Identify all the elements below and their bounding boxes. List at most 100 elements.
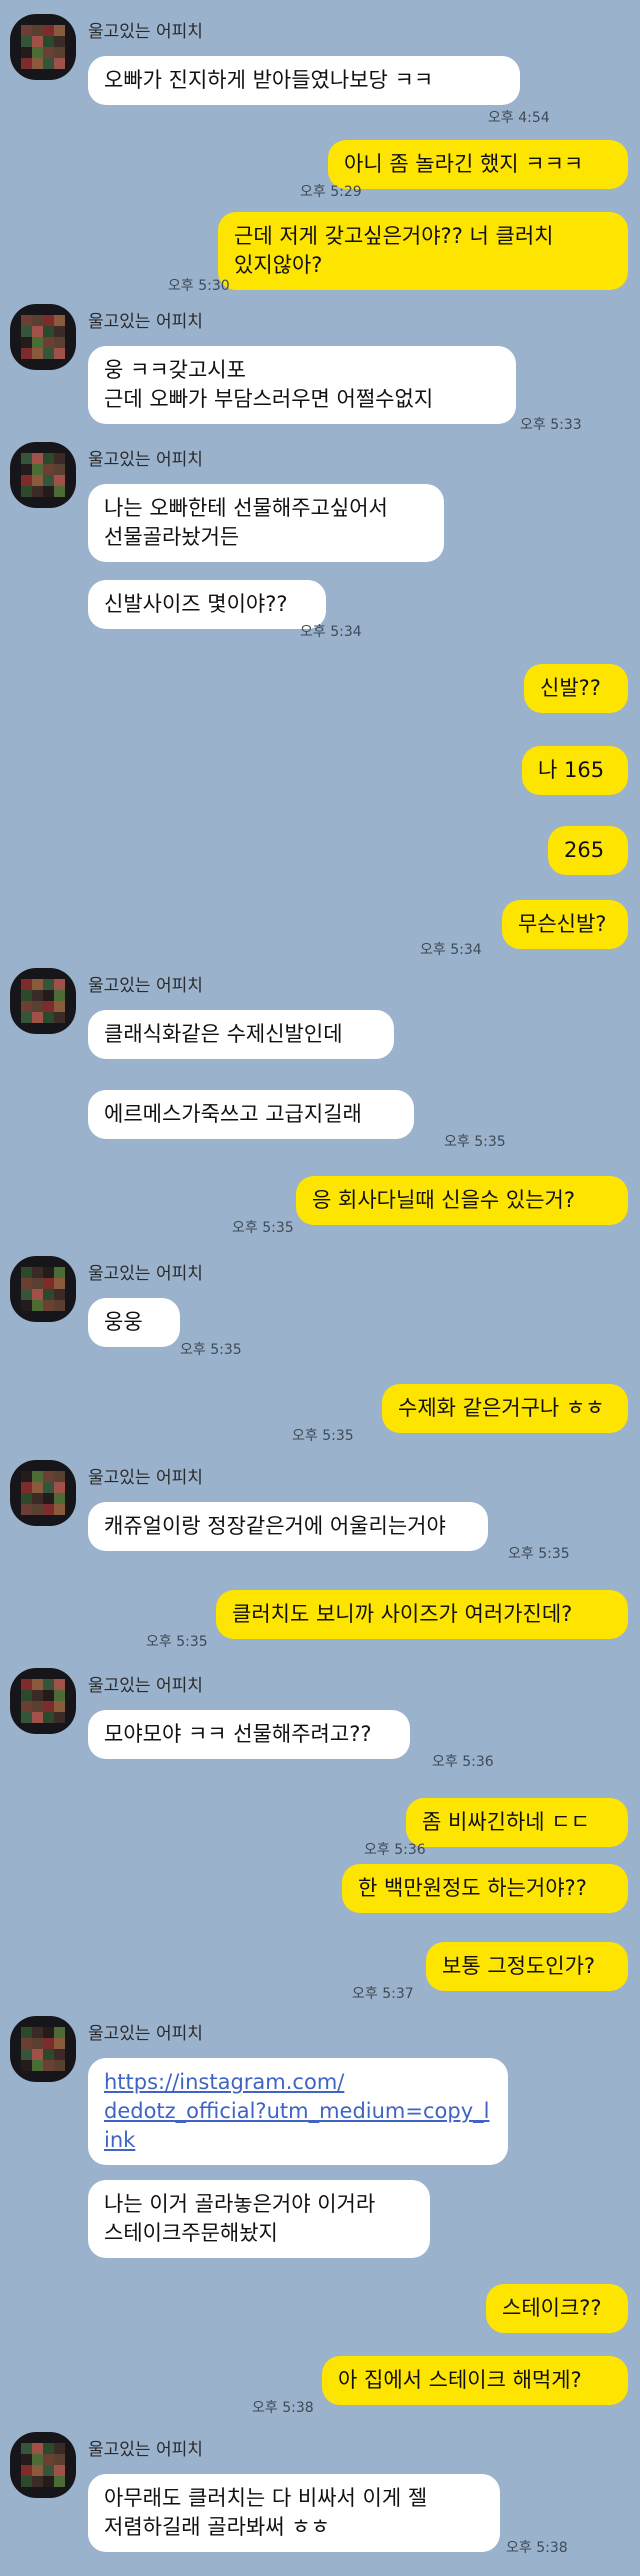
avatar-mosaic-pixel — [43, 464, 54, 475]
avatar-mosaic-pixel — [43, 326, 54, 337]
incoming-message-bubble[interactable]: 모야모야 ㅋㅋ 선물해주려고?? — [88, 1710, 410, 1759]
avatar-mosaic-pixel — [43, 475, 54, 486]
sender-name: 울고있는 어피치 — [88, 1676, 203, 1696]
avatar[interactable] — [10, 2016, 76, 2082]
avatar-mosaic-pixel — [32, 2060, 43, 2071]
message-timestamp: 오후 5:38 — [252, 2400, 314, 2416]
avatar[interactable] — [10, 2432, 76, 2498]
outgoing-message-bubble[interactable]: 좀 비싸긴하네 ㄷㄷ — [406, 1798, 628, 1847]
avatar-mosaic-pixel — [43, 1471, 54, 1482]
avatar[interactable] — [10, 1256, 76, 1322]
avatar-mosaic-pixel — [54, 315, 65, 326]
avatar-mosaic-pixel — [21, 1471, 32, 1482]
message-text: 보통 그정도인가? — [442, 1954, 596, 1978]
incoming-message-bubble[interactable]: 클래식화같은 수제신발인데 — [88, 1010, 394, 1059]
avatar[interactable] — [10, 968, 76, 1034]
message-text: 저렴하길래 골라봐써 ㅎㅎ — [104, 2515, 330, 2539]
message-text: 근데 오빠가 부담스러우면 어쩔수없지 — [104, 387, 434, 411]
avatar-mosaic-pixel — [21, 2465, 32, 2476]
avatar[interactable] — [10, 304, 76, 370]
avatar-mosaic-pixel — [54, 2476, 65, 2487]
link-text[interactable]: dedotz_official?utm_medium=copy_l — [104, 2097, 492, 2126]
avatar-mosaic-pixel — [21, 1267, 32, 1278]
message-timestamp: 오후 5:33 — [520, 417, 582, 433]
outgoing-message-bubble[interactable]: 근데 저게 갖고싶은거야?? 너 클러치 있지않아? — [218, 212, 628, 290]
avatar-mosaic-pixel — [54, 326, 65, 337]
avatar-mosaic-pixel — [32, 25, 43, 36]
incoming-message-bubble[interactable]: 웅 ㅋㅋ갖고시포 근데 오빠가 부담스러우면 어쩔수없지 — [88, 346, 516, 424]
incoming-message-bubble[interactable]: 오빠가 진지하게 받아들였나보당 ㅋㅋ — [88, 56, 520, 105]
message-text: 아무래도 클러치는 다 비싸서 이게 젤 — [104, 2486, 428, 2510]
outgoing-message-bubble[interactable]: 스테이크?? — [486, 2284, 628, 2333]
link-text[interactable]: https://instagram.com/ — [104, 2068, 492, 2097]
sender-name: 울고있는 어피치 — [88, 1468, 203, 1488]
avatar-mosaic-pixel — [32, 1712, 43, 1723]
message-timestamp: 오후 5:34 — [300, 624, 362, 640]
avatar-mosaic-pixel — [21, 58, 32, 69]
avatar-mosaic-pixel — [43, 348, 54, 359]
message-text: 스테이크주문해놨지 — [104, 2221, 278, 2245]
avatar-mosaic-pixel — [21, 2049, 32, 2060]
avatar-mosaic-pixel — [21, 1012, 32, 1023]
avatar-mosaic-pixel — [21, 25, 32, 36]
incoming-message-bubble[interactable]: 에르메스가죽쓰고 고급지길래 — [88, 1090, 414, 1139]
avatar-mosaic-pixel — [32, 2443, 43, 2454]
outgoing-message-bubble[interactable]: 클러치도 보니까 사이즈가 여러가진데? — [216, 1590, 628, 1639]
avatar-mosaic-pixel — [32, 36, 43, 47]
chat-area[interactable]: 울고있는 어피치 오빠가 진지하게 받아들였나보당 ㅋㅋ 오후 4:54 아니 좀 놀… — [0, 0, 640, 2576]
avatar-mosaic-pixel — [43, 36, 54, 47]
incoming-message-bubble[interactable]: 웅웅 — [88, 1298, 180, 1347]
link-text[interactable]: ink — [104, 2126, 492, 2155]
outgoing-message-bubble[interactable]: 응 회사다닐때 신을수 있는거? — [296, 1176, 628, 1225]
outgoing-message-bubble[interactable]: 아 집에서 스테이크 해먹게? — [322, 2356, 628, 2405]
outgoing-message-bubble[interactable]: 신발?? — [524, 664, 628, 713]
avatar-mosaic-pixel — [32, 326, 43, 337]
outgoing-message-bubble[interactable]: 265 — [548, 826, 628, 875]
outgoing-message-bubble[interactable]: 수제화 같은거구나 ㅎㅎ — [382, 1384, 628, 1433]
avatar-mosaic-pixel — [21, 2038, 32, 2049]
avatar-mosaic-pixel — [43, 453, 54, 464]
message-text: 수제화 같은거구나 ㅎㅎ — [398, 1396, 605, 1420]
avatar-mosaic-pixel — [54, 475, 65, 486]
avatar-mosaic-pixel — [54, 2060, 65, 2071]
avatar-mosaic-pixel — [21, 1482, 32, 1493]
outgoing-message-bubble[interactable]: 보통 그정도인가? — [426, 1942, 628, 1991]
avatar-mosaic-pixel — [43, 58, 54, 69]
avatar[interactable] — [10, 442, 76, 508]
avatar-mosaic-pixel — [21, 990, 32, 1001]
avatar-mosaic-pixel — [54, 25, 65, 36]
avatar[interactable] — [10, 1668, 76, 1734]
outgoing-message-bubble[interactable]: 무슨신발? — [502, 900, 628, 949]
message-timestamp: 오후 4:54 — [488, 110, 550, 126]
incoming-message-bubble[interactable]: 아무래도 클러치는 다 비싸서 이게 젤저렴하길래 골라봐써 ㅎㅎ — [88, 2474, 500, 2552]
incoming-message-bubble[interactable]: 나는 오빠한테 선물해주고싶어서 선물골라놨거든 — [88, 484, 444, 562]
avatar-mosaic-pixel — [43, 2049, 54, 2060]
message-text: 스테이크?? — [502, 2296, 602, 2320]
message-text: 모야모야 ㅋㅋ 선물해주려고?? — [104, 1722, 372, 1746]
avatar-mosaic-pixel — [43, 2454, 54, 2465]
avatar[interactable] — [10, 14, 76, 80]
link-message-bubble[interactable]: https://instagram.com/dedotz_official?ut… — [88, 2058, 508, 2165]
avatar-mosaic-pixel — [32, 315, 43, 326]
message-text: 근데 저게 갖고싶은거야?? 너 클러치 — [234, 224, 554, 248]
outgoing-message-bubble[interactable]: 아니 좀 놀라긴 했지 ㅋㅋㅋ — [328, 140, 628, 189]
avatar-mosaic-pixel — [43, 1267, 54, 1278]
avatar-mosaic-pixel — [21, 2060, 32, 2071]
avatar-mosaic-pixel — [32, 1679, 43, 1690]
outgoing-message-bubble[interactable]: 나 165 — [522, 746, 628, 795]
avatar-mosaic-pixel — [43, 1012, 54, 1023]
outgoing-message-bubble[interactable]: 한 백만원정도 하는거야?? — [342, 1864, 628, 1913]
avatar-mosaic-pixel — [43, 2465, 54, 2476]
sender-name: 울고있는 어피치 — [88, 2024, 203, 2044]
incoming-message-bubble[interactable]: 신발사이즈 몇이야?? — [88, 580, 326, 629]
message-timestamp: 오후 5:36 — [364, 1842, 426, 1858]
message-text: 아니 좀 놀라긴 했지 ㅋㅋㅋ — [344, 152, 584, 176]
avatar-mosaic-pixel — [54, 1690, 65, 1701]
avatar-mosaic-pixel — [54, 2454, 65, 2465]
avatar[interactable] — [10, 1460, 76, 1526]
avatar-mosaic-pixel — [43, 486, 54, 497]
incoming-message-bubble[interactable]: 나는 이거 골라놓은거야 이거라 스테이크주문해놨지 — [88, 2180, 430, 2258]
incoming-message-bubble[interactable]: 캐쥬얼이랑 정장같은거에 어울리는거야 — [88, 1502, 488, 1551]
message-text: 무슨신발? — [518, 912, 607, 936]
message-text: 웅웅 — [104, 1310, 143, 1334]
